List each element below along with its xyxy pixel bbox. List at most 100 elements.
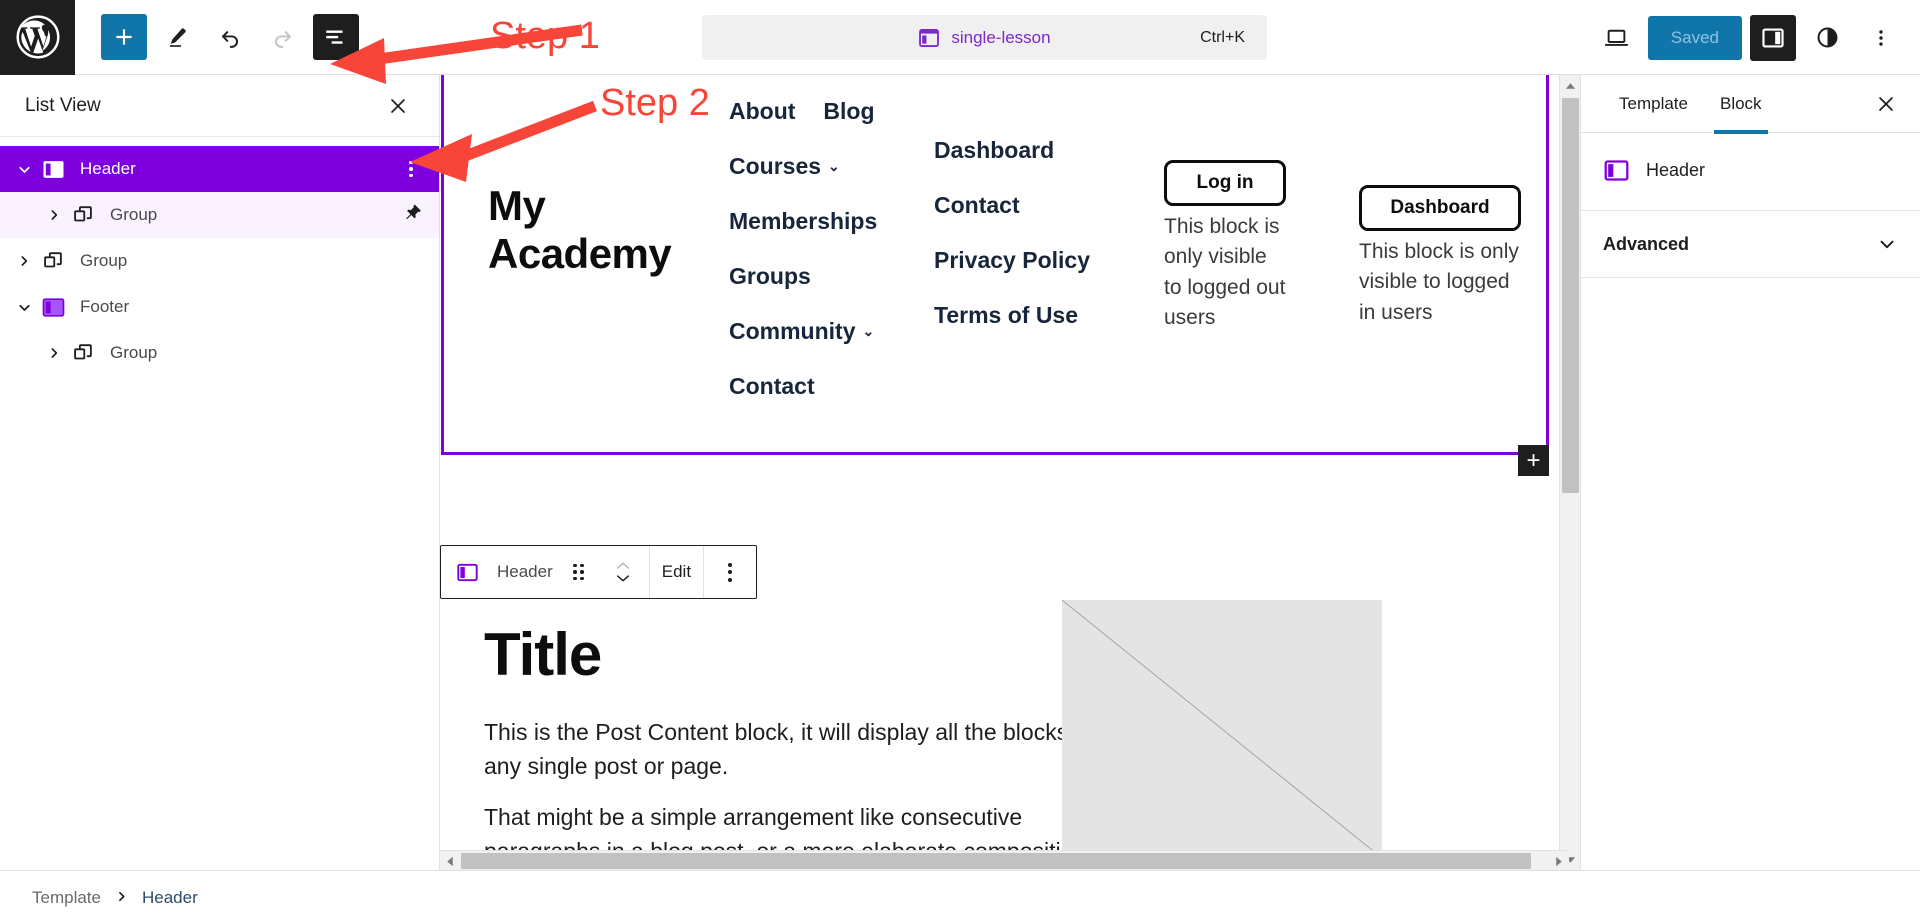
list-view-panel: List View Header Group Group Footer Grou…	[0, 75, 440, 870]
list-view-item-header[interactable]: Header	[0, 146, 439, 192]
horizontal-scroll-thumb[interactable]	[461, 853, 1531, 869]
group-icon	[40, 250, 66, 273]
nav-item-contact[interactable]: Contact	[729, 373, 877, 400]
chevron-down-icon[interactable]	[1876, 233, 1898, 255]
nav-item-community[interactable]: Community ⌄	[729, 318, 877, 345]
expand-toggle-icon[interactable]	[8, 253, 40, 269]
image-placeholder[interactable]	[1062, 600, 1382, 858]
command-bar[interactable]: single-lesson Ctrl+K	[702, 15, 1267, 60]
primary-navigation-column: About Blog Courses ⌄ Memberships Groups …	[729, 98, 877, 428]
vertical-scroll-thumb[interactable]	[1562, 98, 1579, 493]
canvas-vertical-scrollbar[interactable]	[1559, 75, 1580, 870]
chevron-down-icon: ⌄	[828, 158, 840, 174]
wordpress-site-editor: single-lesson Ctrl+K Saved List View Hea…	[0, 0, 1920, 924]
editor-canvas[interactable]: My Academy About Blog Courses ⌄ Membersh…	[440, 75, 1590, 870]
redo-button[interactable]	[260, 14, 306, 60]
redo-arrow-icon	[275, 31, 292, 48]
site-title[interactable]: My Academy	[488, 182, 672, 279]
more-options-button[interactable]	[1858, 15, 1904, 61]
wordpress-logo-button[interactable]	[0, 0, 75, 75]
saved-button[interactable]: Saved	[1647, 15, 1742, 60]
chevron-up-icon	[616, 562, 629, 569]
dashboard-button[interactable]: Dashboard	[1359, 185, 1521, 231]
list-view-item-label: Footer	[80, 297, 130, 316]
expand-toggle-icon[interactable]	[8, 161, 40, 178]
post-paragraph-1[interactable]: This is the Post Content block, it will …	[484, 715, 1124, 783]
template-part-icon	[1604, 160, 1629, 181]
view-button[interactable]	[1594, 15, 1640, 61]
breadcrumb-item-header[interactable]: Header	[142, 888, 198, 908]
list-view-item-group[interactable]: Group	[0, 238, 439, 284]
login-visibility-note: This block is only visible to logged out…	[1164, 215, 1286, 330]
nav-item-memberships[interactable]: Memberships	[729, 208, 877, 235]
nav-item-courses[interactable]: Courses ⌄	[729, 153, 877, 180]
block-toolbar-block-segment: Header	[441, 546, 649, 598]
styles-button[interactable]	[1804, 15, 1850, 61]
list-view-item-group-footer-nested[interactable]: Group	[0, 330, 439, 376]
top-bar-left-tools	[75, 14, 359, 60]
drag-handle-button[interactable]	[557, 546, 601, 598]
list-view-button[interactable]	[313, 14, 359, 60]
undo-button[interactable]	[207, 14, 253, 60]
nav-item-blog[interactable]: Blog	[823, 98, 874, 125]
block-type-button[interactable]	[445, 546, 489, 598]
login-button[interactable]: Log in	[1164, 160, 1286, 206]
editor-top-bar: single-lesson Ctrl+K Saved	[0, 0, 1920, 75]
dashboard-visibility-note: This block is only visible to logged in …	[1359, 240, 1519, 324]
selected-block-info: Header	[1581, 133, 1920, 211]
tools-button[interactable]	[154, 14, 200, 60]
expand-toggle-icon[interactable]	[38, 345, 70, 361]
scroll-left-arrow[interactable]	[440, 851, 460, 871]
settings-close-button[interactable]	[1868, 86, 1904, 122]
command-bar-content: single-lesson	[918, 27, 1051, 49]
nav-item-contact-secondary[interactable]: Contact	[934, 192, 1109, 219]
chevron-down-icon	[616, 575, 629, 582]
expand-toggle-icon[interactable]	[38, 207, 70, 223]
tab-template[interactable]: Template	[1603, 75, 1704, 133]
chevron-right-icon	[51, 348, 58, 358]
add-block-button[interactable]	[101, 14, 147, 60]
expand-toggle-icon[interactable]	[8, 299, 40, 316]
nav-item-label: Community	[729, 318, 856, 344]
canvas-horizontal-scrollbar[interactable]	[440, 850, 1569, 870]
nav-item-about[interactable]: About	[729, 98, 795, 125]
post-title[interactable]: Title	[484, 620, 602, 689]
pin-icon[interactable]	[403, 203, 423, 228]
selected-block-name: Header	[1646, 160, 1706, 180]
block-appender-button[interactable]: +	[1518, 445, 1549, 476]
tab-block[interactable]: Block	[1704, 75, 1778, 134]
nav-item-terms-of-use[interactable]: Terms of Use	[934, 302, 1109, 329]
nav-item-privacy-policy[interactable]: Privacy Policy	[934, 247, 1109, 274]
breadcrumb-item-template[interactable]: Template	[32, 888, 101, 908]
undo-arrow-icon	[221, 31, 238, 48]
block-options-button[interactable]	[708, 546, 752, 598]
scroll-up-arrow[interactable]	[1560, 75, 1581, 96]
list-view-item-label: Group	[80, 251, 128, 270]
login-button-block: Log in This block is only visible to log…	[1164, 160, 1286, 334]
list-view-close-button[interactable]	[379, 87, 417, 125]
settings-sidebar: Template Block Header Advanced	[1580, 75, 1920, 870]
scroll-right-arrow[interactable]	[1549, 851, 1569, 871]
move-up-down-buttons[interactable]	[601, 546, 645, 598]
nav-item-groups[interactable]: Groups	[729, 263, 877, 290]
close-icon	[391, 98, 405, 113]
sidebar-panel-icon	[1762, 27, 1784, 48]
nav-item-dashboard[interactable]: Dashboard	[934, 137, 1109, 164]
panel-advanced[interactable]: Advanced	[1581, 211, 1920, 278]
list-view-header: List View	[0, 75, 439, 137]
list-view-item-group-nested[interactable]: Group	[0, 192, 439, 238]
list-view-item-footer[interactable]: Footer	[0, 284, 439, 330]
header-block-inner: My Academy About Blog Courses ⌄ Membersh…	[444, 75, 1549, 476]
list-view-item-label: Header	[80, 159, 136, 178]
chevron-right-icon	[21, 256, 28, 266]
settings-panel-button[interactable]	[1750, 14, 1796, 61]
chevron-down-icon	[18, 166, 30, 173]
chevron-down-icon	[18, 304, 30, 311]
edit-button[interactable]: Edit	[654, 546, 699, 598]
contrast-circle-icon	[1817, 27, 1837, 48]
wordpress-logo-icon	[15, 15, 60, 59]
list-view-item-options-button[interactable]	[397, 152, 425, 186]
template-part-icon	[40, 295, 66, 320]
header-template-part-block[interactable]: My Academy About Blog Courses ⌄ Membersh…	[441, 75, 1549, 476]
list-view-item-label: Group	[110, 343, 158, 362]
